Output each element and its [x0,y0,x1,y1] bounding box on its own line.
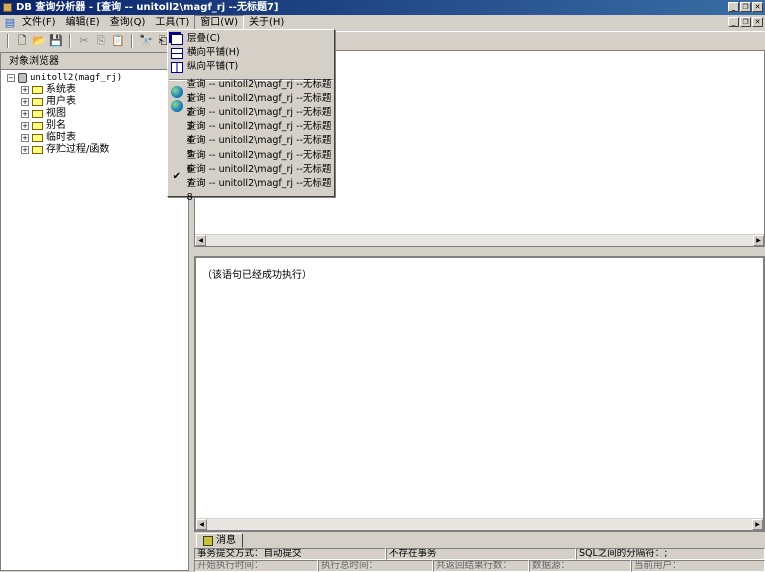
app-icon [3,3,12,12]
save-icon[interactable]: 💾 [49,34,63,48]
window-menu-dropdown: 层叠(C) 横向平铺(H) 纵向平铺(T) 查询 -- unitoll2\mag… [167,29,335,197]
expand-icon[interactable]: + [21,98,29,106]
menu-item-tile-vertical[interactable]: 纵向平铺(T) [168,60,334,74]
tree-item-label: 别名 [46,120,66,132]
copy-icon[interactable]: ⎘ [94,34,108,48]
results-pane: （该语句已经成功执行） ◀ ▶ [194,256,765,532]
collapse-icon[interactable]: − [7,74,15,82]
globe-icon [171,100,183,112]
row-count-status: 共返回结果行数： [433,560,529,572]
expand-icon[interactable]: + [21,134,29,142]
tree-item-label: 临时表 [46,132,76,144]
globe-icon [171,86,183,98]
menu-edit[interactable]: 编辑(E) [61,16,105,30]
status-row-1: 事务提交方式：自动提交 不存在事务 SQL之间的分隔符：; [194,548,765,560]
folder-icon [32,122,43,130]
menu-bar: ▤ 文件(F) 编辑(E) 查询(Q) 工具(T) 窗口(W) 关于(H) _ … [0,15,765,30]
tab-messages-label: 消息 [216,534,236,547]
menu-tools[interactable]: 工具(T) [150,16,194,30]
tree-item[interactable]: + 系统表 [7,84,188,96]
results-tabs: 消息 [196,533,243,548]
start-time-status: 开始执行时间： [194,560,318,572]
child-close-button[interactable]: ✕ [752,17,763,27]
expand-icon[interactable]: + [21,146,29,154]
messages-icon [203,536,213,546]
expand-icon[interactable]: + [21,110,29,118]
tree-item[interactable]: + 别名 [7,120,188,132]
tree-root[interactable]: − unitoll2(magf_rj) [7,72,188,84]
find-icon[interactable]: 🔭 [139,34,153,48]
tab-messages[interactable]: 消息 [196,533,243,548]
horizontal-scrollbar[interactable]: ◀ ▶ [195,234,764,246]
menu-file[interactable]: 文件(F) [17,16,61,30]
toolbar: 🗋 📂 💾 ✂ ⎘ 📋 🔭 ⎗ [0,31,765,49]
separator [131,34,133,48]
current-user-status: 当前用户： [631,560,765,572]
paste-icon[interactable]: 📋 [111,34,125,48]
menu-item-label: 查询 -- unitoll2\magf_rj --无标题8 [187,177,334,205]
menu-item-label: 横向平铺(H) [187,46,240,60]
sql-separator-status: SQL之间的分隔符：; [576,548,765,560]
tree-item[interactable]: + 临时表 [7,132,188,144]
open-folder-icon[interactable]: 📂 [32,34,46,48]
separator [69,34,71,48]
folder-icon [32,98,43,106]
mdi-child-icon[interactable]: ▤ [3,16,17,30]
cascade-icon [170,33,184,45]
result-message: （该语句已经成功执行） [202,266,312,281]
child-minimize-button[interactable]: _ [728,17,739,27]
scroll-right-arrow[interactable]: ▶ [753,235,764,246]
tree-item-label: 系统表 [46,84,76,96]
child-restore-button[interactable]: ❐ [740,17,751,27]
object-tree: − unitoll2(magf_rj) + 系统表 + 用户表 + 视图 + 别名 + 临时表 + 存… [1,70,188,156]
new-file-icon[interactable]: 🗋 [15,34,29,48]
menu-item-window[interactable]: 查询 -- unitoll2\magf_rj --无标题8 [168,184,334,198]
expand-icon[interactable]: + [21,122,29,130]
folder-icon [32,86,43,94]
scroll-left-arrow[interactable]: ◀ [195,235,206,246]
title-bar: DB 查询分析器 - [查询 -- unitoll2\magf_rj --无标题… [0,0,765,15]
window-title: DB 查询分析器 - [查询 -- unitoll2\magf_rj --无标题… [16,2,278,13]
total-time-status: 执行总时间： [318,560,433,572]
tree-item[interactable]: + 用户表 [7,96,188,108]
object-browser-header: 对象浏览器 [1,53,188,70]
menu-item-label: 纵向平铺(T) [187,60,238,74]
close-button[interactable]: ✕ [752,2,763,12]
folder-icon [32,110,43,118]
tree-item-label: 用户表 [46,96,76,108]
data-source-status: 数据源： [529,560,631,572]
folder-icon [32,146,43,154]
menu-item-cascade[interactable]: 层叠(C) [168,32,334,46]
menu-item-label: 层叠(C) [187,32,220,46]
tree-root-label: unitoll2(magf_rj) [30,72,122,84]
cut-icon[interactable]: ✂ [77,34,91,48]
window-controls: _ ❐ ✕ [728,2,763,12]
restore-button[interactable]: ❐ [740,2,751,12]
toolbar-grip [7,34,9,48]
menu-query[interactable]: 查询(Q) [105,16,151,30]
tile-vertical-icon [170,61,184,73]
scroll-left-arrow[interactable]: ◀ [196,519,207,530]
tree-item-label: 视图 [46,108,66,120]
tree-item[interactable]: + 存贮过程/函数 [7,144,188,156]
tile-horizontal-icon [170,47,184,59]
transaction-status: 不存在事务 [386,548,576,560]
expand-icon[interactable]: + [21,86,29,94]
checkmark-icon: ✔ [173,170,181,184]
horizontal-scrollbar[interactable]: ◀ ▶ [196,518,763,530]
menu-item-tile-horizontal[interactable]: 横向平铺(H) [168,46,334,60]
tree-item[interactable]: + 视图 [7,108,188,120]
database-icon [18,73,27,83]
scroll-right-arrow[interactable]: ▶ [752,519,763,530]
folder-icon [32,134,43,142]
child-window-controls: _ ❐ ✕ [728,17,763,27]
commit-mode-status: 事务提交方式：自动提交 [194,548,386,560]
menu-about[interactable]: 关于(H) [244,16,289,30]
minimize-button[interactable]: _ [728,2,739,12]
object-browser: 对象浏览器 − unitoll2(magf_rj) + 系统表 + 用户表 + 视图 + 别名… [0,52,189,571]
tree-item-label: 存贮过程/函数 [46,144,109,156]
status-row-2: 开始执行时间： 执行总时间： 共返回结果行数： 数据源： 当前用户： [194,560,765,572]
